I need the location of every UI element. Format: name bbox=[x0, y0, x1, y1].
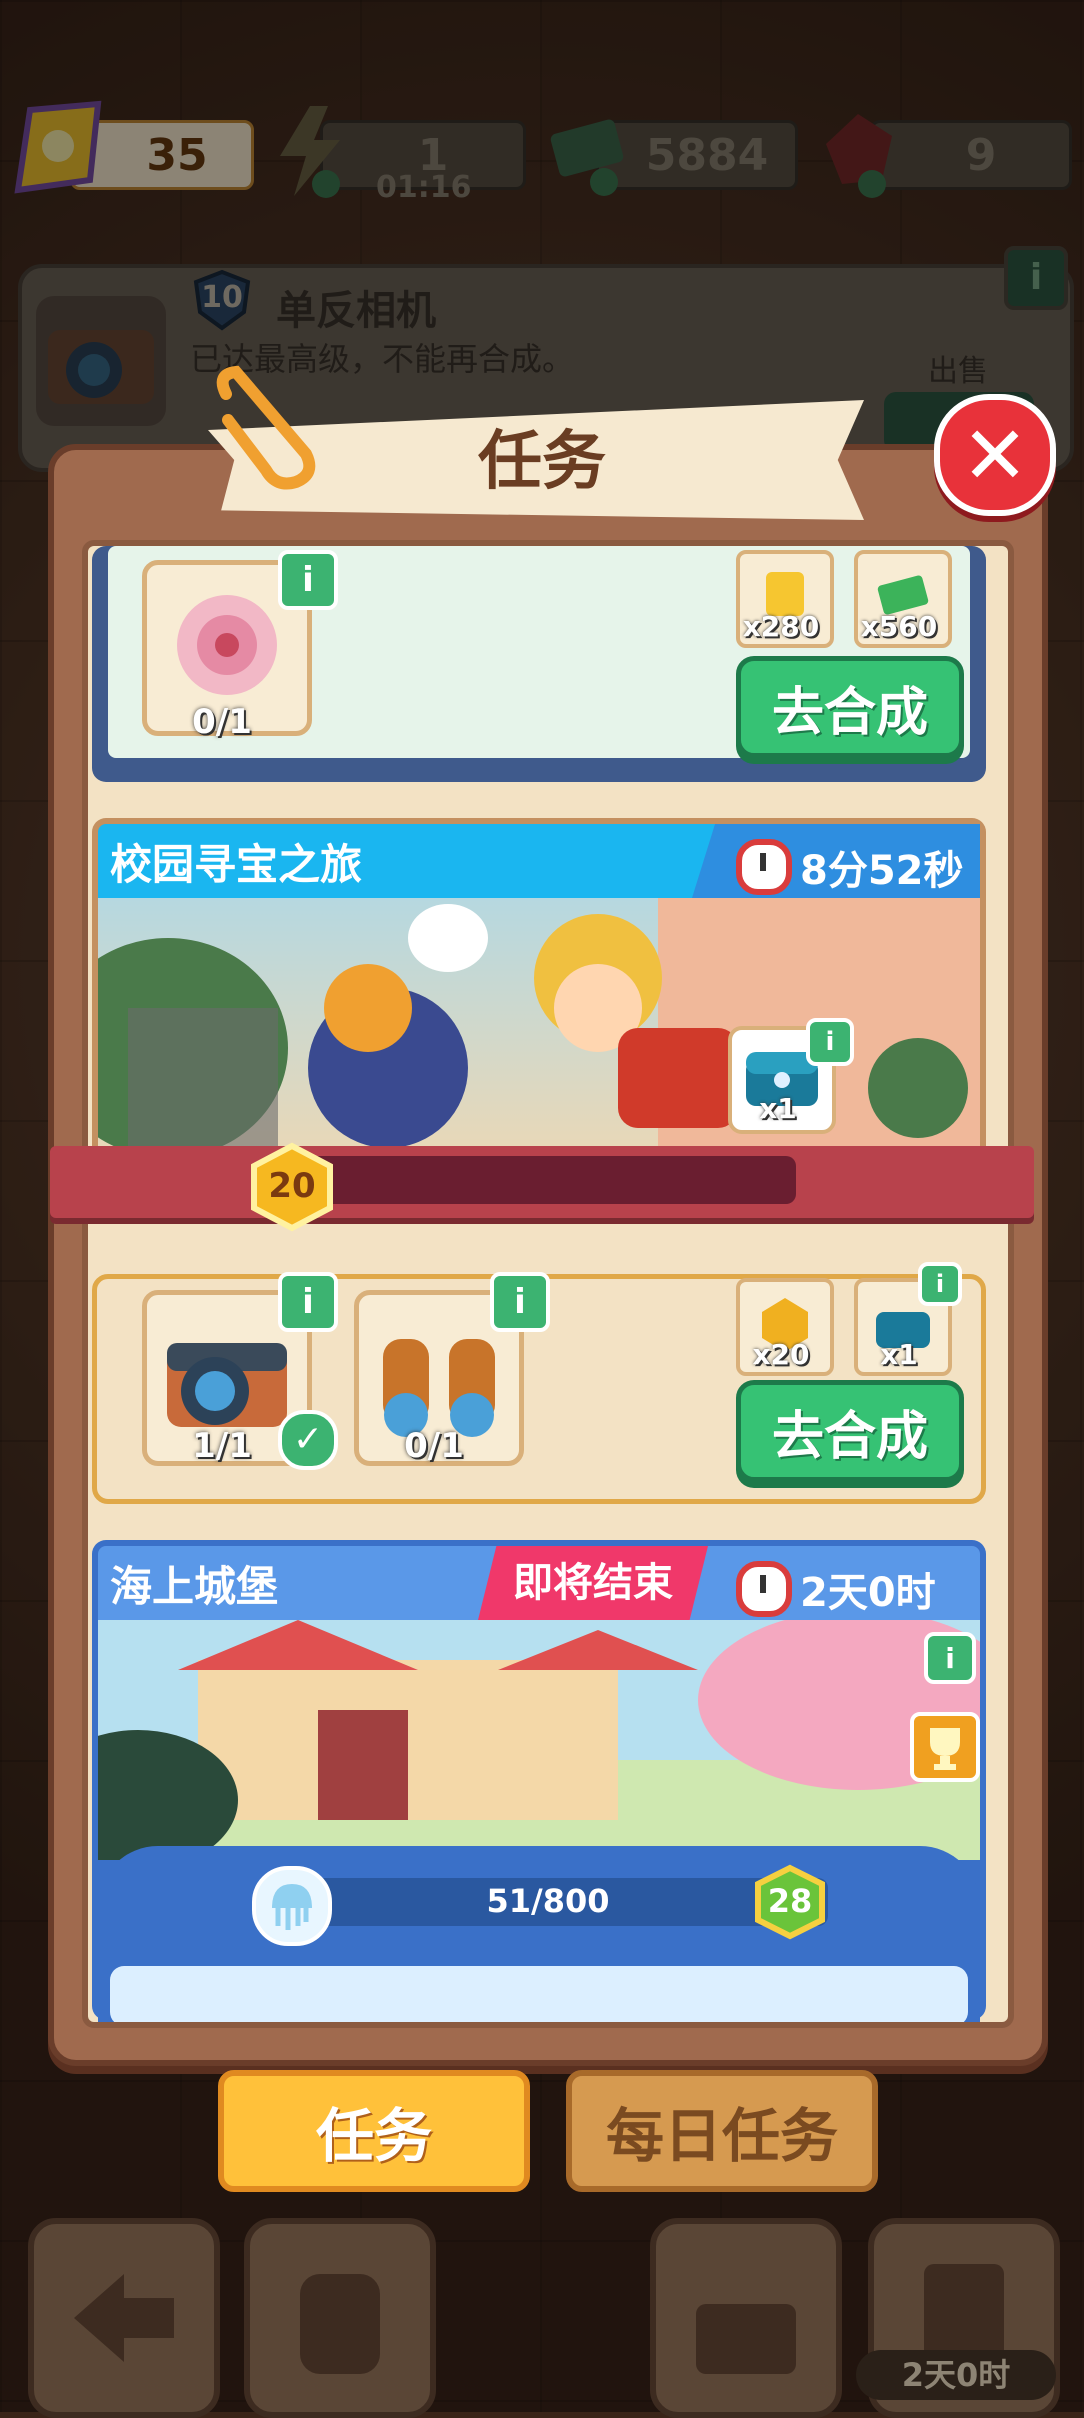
clock-icon bbox=[736, 1561, 792, 1617]
task-1-reward-cash-count: x560 bbox=[860, 610, 938, 643]
event-task-preview bbox=[110, 1966, 968, 2022]
modal-title: 任务 bbox=[478, 425, 606, 499]
camera-info-icon[interactable]: i bbox=[278, 1272, 338, 1332]
task-list[interactable]: i 0/1 x280 x560 去合成 校园寻宝之旅 8分52秒 i x1 i … bbox=[82, 540, 1014, 2028]
back-button[interactable] bbox=[28, 2218, 220, 2418]
task-2-timer-text: 8分52秒 bbox=[800, 848, 964, 894]
event-level-text: 28 bbox=[767, 1882, 813, 1920]
event-progress-text: 51/800 bbox=[486, 1882, 610, 1920]
shop-button[interactable] bbox=[650, 2218, 842, 2418]
camera-count: 1/1 bbox=[192, 1426, 252, 1466]
event-title: 海上城堡 bbox=[110, 1561, 279, 1611]
binoculars-count: 0/1 bbox=[404, 1426, 464, 1466]
trophy-icon[interactable] bbox=[910, 1712, 980, 1782]
ending-soon-tag: 即将结束 bbox=[478, 1546, 708, 1620]
back-arrow-icon bbox=[74, 2274, 174, 2362]
task-1-reward-ticket-count: x280 bbox=[742, 610, 820, 643]
basket-icon bbox=[696, 2304, 796, 2374]
task-1-info-icon[interactable]: i bbox=[278, 550, 338, 610]
event-info-icon[interactable]: i bbox=[924, 1632, 976, 1684]
chest-reward-info-icon[interactable]: i bbox=[918, 1262, 962, 1306]
event-timer: 2天0时 bbox=[736, 1560, 936, 1618]
task-2-level-text: 20 bbox=[268, 1166, 316, 1206]
backpack-icon bbox=[300, 2274, 380, 2374]
task-2-progress-track bbox=[290, 1156, 796, 1204]
event-illustration bbox=[98, 1620, 980, 1860]
task-2-title: 校园寻宝之旅 bbox=[110, 839, 363, 889]
binoculars-info-icon[interactable]: i bbox=[490, 1272, 550, 1332]
event-timer-text: 2天0时 bbox=[800, 1570, 936, 1616]
task-2-reward-coin-count: x20 bbox=[752, 1338, 810, 1371]
event-countdown: 2天0时 bbox=[856, 2350, 1056, 2400]
task-2-reward-chest-count: x1 bbox=[880, 1338, 918, 1371]
jellyfish-icon bbox=[252, 1866, 332, 1946]
check-icon: ✓ bbox=[278, 1410, 338, 1470]
castle-illustration bbox=[98, 1620, 980, 1860]
task-2-chest-count: x1 bbox=[759, 1092, 797, 1125]
tab-daily-tasks[interactable]: 每日任务 bbox=[566, 2070, 878, 2192]
task-1-merge-button[interactable]: 去合成 bbox=[736, 656, 964, 758]
chest-info-icon[interactable]: i bbox=[806, 1018, 854, 1066]
task-2-timer: 8分52秒 bbox=[736, 838, 964, 896]
task-2-merge-button[interactable]: 去合成 bbox=[736, 1380, 964, 1482]
paperclip-icon bbox=[206, 364, 336, 494]
task-1-item-count: 0/1 bbox=[192, 702, 252, 742]
backpack-button[interactable] bbox=[244, 2218, 436, 2418]
clock-icon bbox=[736, 839, 792, 895]
close-button[interactable]: ✕ bbox=[934, 394, 1056, 516]
tab-tasks[interactable]: 任务 bbox=[218, 2070, 530, 2192]
